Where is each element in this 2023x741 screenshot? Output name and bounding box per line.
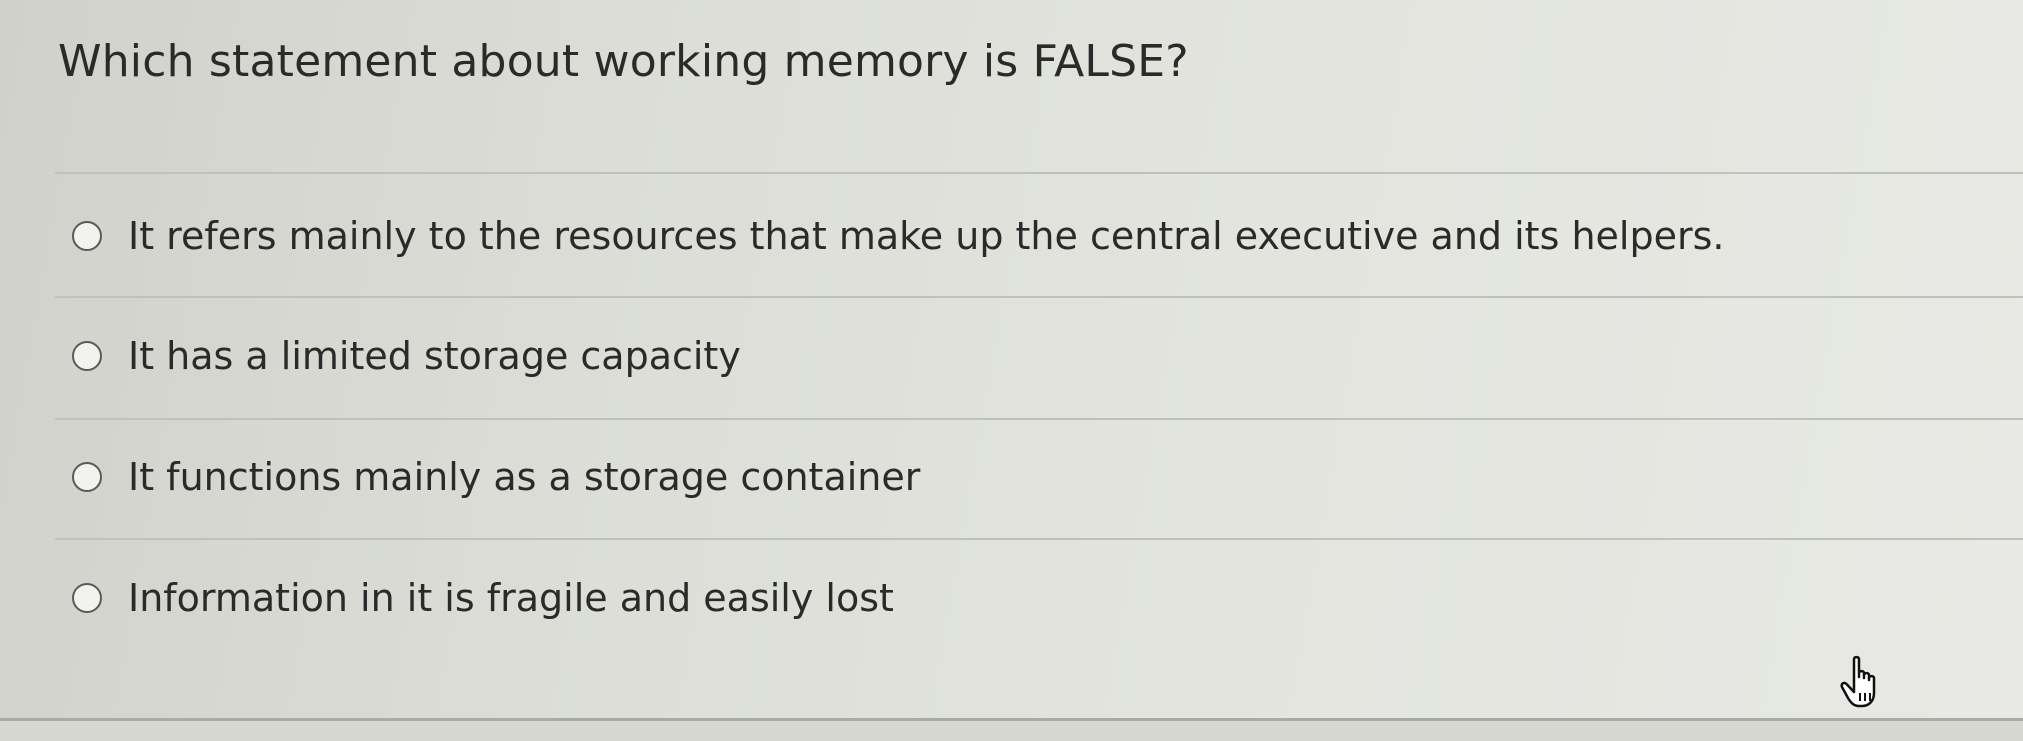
- divider: [55, 172, 2023, 174]
- answer-option-4[interactable]: Information in it is fragile and easily …: [72, 568, 894, 628]
- answer-option-1[interactable]: It refers mainly to the resources that m…: [72, 206, 1724, 266]
- radio-button[interactable]: [72, 341, 102, 371]
- radio-button[interactable]: [72, 462, 102, 492]
- quiz-screen: Which statement about working memory is …: [0, 0, 2023, 741]
- option-label: It refers mainly to the resources that m…: [128, 214, 1725, 258]
- radio-button[interactable]: [72, 221, 102, 251]
- answer-option-2[interactable]: It has a limited storage capacity: [72, 326, 741, 386]
- radio-button[interactable]: [72, 583, 102, 613]
- hand-pointer-icon: [1840, 655, 1876, 708]
- divider: [55, 538, 2023, 540]
- answer-option-3[interactable]: It functions mainly as a storage contain…: [72, 447, 920, 507]
- bottom-strip: [0, 721, 2023, 741]
- option-label: Information in it is fragile and easily …: [128, 576, 894, 620]
- divider: [55, 418, 2023, 420]
- question-text: Which statement about working memory is …: [58, 36, 1189, 87]
- option-label: It has a limited storage capacity: [128, 334, 741, 378]
- option-label: It functions mainly as a storage contain…: [128, 455, 921, 499]
- divider: [55, 296, 2023, 298]
